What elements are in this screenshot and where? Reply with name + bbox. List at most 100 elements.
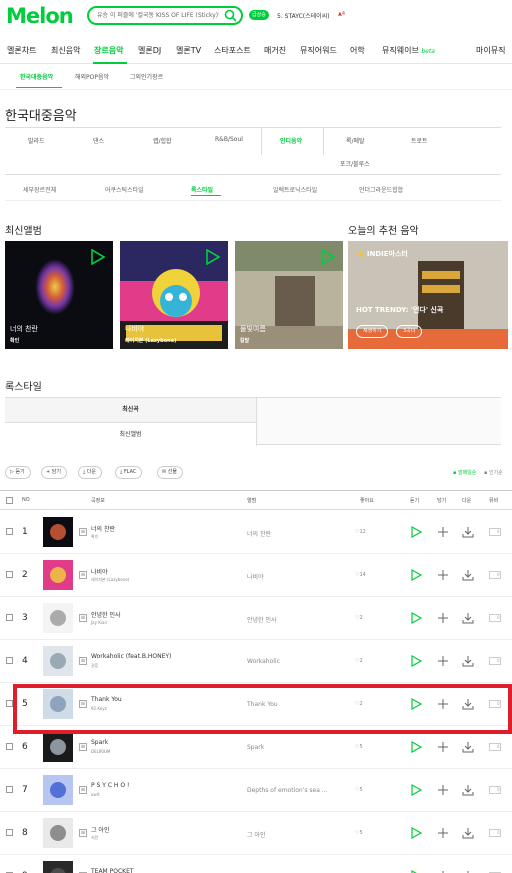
download-icon[interactable] bbox=[462, 612, 474, 624]
song-artist[interactable]: 권훈 bbox=[91, 663, 98, 669]
album-card[interactable]: 너의 찬란 확인 bbox=[5, 241, 113, 349]
table-row[interactable]: 2 ≡ 나비야 레이지본 (Lazybone) 나비야 ♡14 0 bbox=[0, 554, 512, 597]
album-name[interactable]: 너의 찬란 bbox=[10, 324, 38, 334]
album-name[interactable]: 나비야 bbox=[125, 324, 144, 334]
song-album[interactable]: Spark bbox=[247, 744, 264, 751]
download-button[interactable]: ⤓ 다운 bbox=[78, 466, 103, 479]
song-artist[interactable]: owlt bbox=[91, 792, 99, 797]
table-row[interactable]: 7 ≡ P S Y C H O ! owlt Depths of emotion… bbox=[0, 769, 512, 812]
song-album[interactable]: Depths of emotion's sea ... bbox=[247, 787, 328, 794]
song-info-button[interactable]: ≡ bbox=[79, 657, 87, 665]
row-checkbox[interactable] bbox=[6, 528, 13, 535]
row-checkbox[interactable] bbox=[6, 786, 13, 793]
recommend-more-button[interactable]: 3곡더 bbox=[396, 325, 423, 338]
mv-button[interactable]: 0 bbox=[489, 528, 501, 536]
add-icon[interactable] bbox=[437, 526, 449, 538]
add-icon[interactable] bbox=[437, 827, 449, 839]
recommend-playlist-title[interactable]: HOT TRENDY: '언다' 신곡 bbox=[356, 305, 443, 315]
like-button[interactable]: ♡5 bbox=[355, 830, 363, 836]
like-button[interactable]: ♡12 bbox=[355, 529, 366, 535]
nav-language[interactable]: 어학 bbox=[350, 45, 365, 56]
sort-by-popularity[interactable]: ▪ 인기순 bbox=[484, 469, 503, 476]
song-artist[interactable]: 확인 bbox=[91, 534, 98, 540]
table-row[interactable]: 8 ≡ 그 아인 지민 그 아인 ♡5 0 bbox=[0, 812, 512, 855]
nav-my-music[interactable]: 마이뮤직 bbox=[476, 45, 505, 56]
recommend-card[interactable]: DJ INDIE마스터 HOT TRENDY: '언다' 신곡 재생하기 3곡더 bbox=[348, 241, 508, 349]
genre-folk[interactable]: 포크/블루스 bbox=[340, 159, 370, 168]
tab-latest-albums[interactable]: 최신앨범 bbox=[5, 422, 257, 446]
style-tab-acoustic[interactable]: 어쿠스틱스타일 bbox=[105, 185, 144, 194]
like-button[interactable]: ♡2 bbox=[355, 658, 363, 664]
song-artist[interactable]: DELIRIUM bbox=[91, 749, 110, 754]
table-row[interactable]: 4 ≡ Workaholic (feat.B.HONEY) 권훈 Workaho… bbox=[0, 640, 512, 683]
like-button[interactable]: ♡2 bbox=[355, 615, 363, 621]
nav-magazine[interactable]: 매거진 bbox=[264, 45, 286, 56]
download-icon[interactable] bbox=[462, 569, 474, 581]
realtime-keyword[interactable]: 5. STAYC(스테이씨) bbox=[277, 11, 330, 20]
song-album[interactable]: Workaholic bbox=[247, 658, 280, 665]
song-artist[interactable]: 레이지본 (Lazybone) bbox=[91, 577, 129, 583]
table-row[interactable]: 9 ≡ TEAM POCKET ♡ 0 bbox=[0, 855, 512, 873]
melon-logo[interactable]: Melon bbox=[6, 4, 74, 28]
genre-ballad[interactable]: 발라드 bbox=[28, 136, 45, 145]
listen-button[interactable]: ▷ 듣기 bbox=[5, 466, 31, 479]
table-row[interactable]: 3 ≡ 안녕한 인사 Jay Kiair 안녕한 인사 ♡2 0 bbox=[0, 597, 512, 640]
mv-button[interactable]: 0 bbox=[489, 571, 501, 579]
add-button[interactable]: + 담기 bbox=[41, 466, 67, 479]
download-icon[interactable] bbox=[462, 526, 474, 538]
nav-genre-music[interactable]: 장르음악 bbox=[94, 45, 123, 56]
nav-music-wave[interactable]: 뮤직웨이브 beta bbox=[382, 45, 435, 56]
song-title[interactable]: 너의 찬란 bbox=[91, 524, 115, 533]
flac-button[interactable]: ⤓ FLAC bbox=[115, 466, 143, 479]
recommend-play-button[interactable]: 재생하기 bbox=[356, 325, 389, 338]
play-icon[interactable] bbox=[410, 741, 422, 753]
album-artist[interactable]: 확인 bbox=[10, 337, 19, 344]
song-album[interactable]: 너의 찬란 bbox=[247, 529, 271, 538]
download-icon[interactable] bbox=[462, 741, 474, 753]
row-checkbox[interactable] bbox=[6, 614, 13, 621]
style-tab-all[interactable]: 세부장르전체 bbox=[23, 185, 56, 194]
nav-melon-dj[interactable]: 멜론DJ bbox=[138, 45, 161, 56]
row-checkbox[interactable] bbox=[6, 829, 13, 836]
mv-button[interactable]: 0 bbox=[489, 829, 501, 837]
style-tab-underground[interactable]: 언더그라운드힙합 bbox=[359, 185, 403, 194]
play-icon[interactable] bbox=[410, 569, 422, 581]
mv-button[interactable]: 0 bbox=[489, 743, 501, 751]
like-button[interactable]: ♡5 bbox=[355, 744, 363, 750]
genre-hiphop[interactable]: 랩/힙합 bbox=[153, 136, 172, 145]
song-info-button[interactable]: ≡ bbox=[79, 829, 87, 837]
add-icon[interactable] bbox=[437, 612, 449, 624]
song-thumbnail[interactable] bbox=[43, 646, 73, 676]
play-icon[interactable] bbox=[204, 249, 220, 265]
album-name[interactable]: 물빛여름 bbox=[240, 324, 266, 334]
like-button[interactable]: ♡5 bbox=[355, 787, 363, 793]
song-title[interactable]: TEAM POCKET bbox=[91, 868, 134, 873]
song-title[interactable]: Spark bbox=[91, 739, 108, 746]
song-thumbnail[interactable] bbox=[43, 603, 73, 633]
table-row[interactable]: 1 ≡ 너의 찬란 확인 너의 찬란 ♡12 0 bbox=[0, 511, 512, 554]
genre-indie[interactable]: 인디음악 bbox=[280, 136, 302, 145]
song-thumbnail[interactable] bbox=[43, 560, 73, 590]
like-button[interactable]: ♡14 bbox=[355, 572, 366, 578]
song-title[interactable]: 나비야 bbox=[91, 567, 108, 576]
song-artist[interactable]: Jay Kiair bbox=[91, 620, 107, 625]
style-tab-rock[interactable]: 록스타일 bbox=[191, 185, 213, 194]
row-checkbox[interactable] bbox=[6, 657, 13, 664]
add-icon[interactable] bbox=[437, 569, 449, 581]
play-icon[interactable] bbox=[410, 655, 422, 667]
nav-star-post[interactable]: 스타포스트 bbox=[214, 45, 251, 56]
song-info-button[interactable]: ≡ bbox=[79, 786, 87, 794]
genre-rock[interactable]: 록/메탈 bbox=[346, 136, 365, 145]
row-checkbox[interactable] bbox=[6, 571, 13, 578]
song-artist[interactable]: 지민 bbox=[91, 835, 98, 841]
song-album[interactable]: 나비야 bbox=[247, 572, 264, 581]
nav-latest-music[interactable]: 최신음악 bbox=[51, 45, 80, 56]
mv-button[interactable]: 0 bbox=[489, 786, 501, 794]
play-icon[interactable] bbox=[410, 526, 422, 538]
genre-dance[interactable]: 댄스 bbox=[93, 136, 104, 145]
sub-nav-korean-pop[interactable]: 한국대중음악 bbox=[20, 72, 53, 81]
album-artist[interactable]: 칼말 bbox=[240, 337, 249, 344]
mv-button[interactable]: 0 bbox=[489, 614, 501, 622]
add-icon[interactable] bbox=[437, 741, 449, 753]
song-thumbnail[interactable] bbox=[43, 775, 73, 805]
